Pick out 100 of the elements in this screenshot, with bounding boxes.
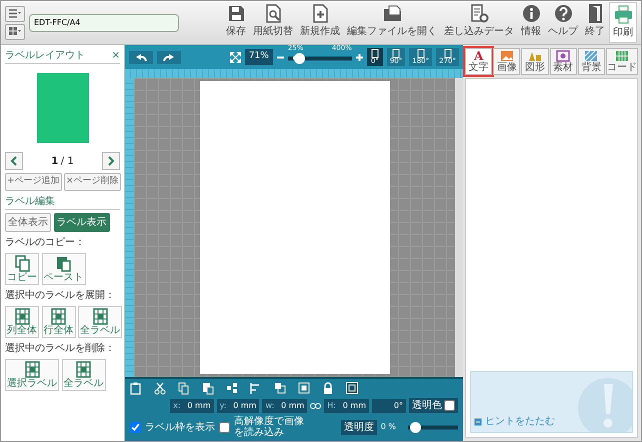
view-toggle-button[interactable]: ラベル表示 — [54, 212, 110, 232]
toolbar-button[interactable]: 印刷 — [609, 2, 637, 43]
toolbar-button[interactable]: 終了 — [582, 2, 608, 43]
info-icon — [522, 4, 540, 23]
size-field[interactable]: H: 0 mm — [324, 398, 369, 412]
section-heading: ラベルのコピー： — [5, 236, 86, 250]
toolbar-button[interactable]: 新規作成 — [297, 2, 343, 43]
label-action-button[interactable]: ペースト — [42, 252, 86, 284]
copy-icon — [14, 254, 30, 272]
previous-button[interactable] — [5, 152, 23, 170]
copy-icon[interactable] — [178, 382, 190, 395]
barcode-grid-icon — [615, 50, 630, 62]
collapse-icon — [474, 418, 482, 426]
stamp-icon — [556, 50, 570, 62]
view-toggle-button[interactable]: 全体表示 — [5, 212, 51, 232]
checkbox-label: ラベル枠を表示 — [145, 420, 215, 434]
label-grid-icon — [14, 308, 30, 324]
tab[interactable]: A 文字 — [465, 48, 492, 75]
page-button[interactable]: +ページ追加 — [5, 173, 62, 190]
toolbar-button[interactable]: 編集ファイルを開く — [344, 2, 440, 43]
toolbar-button[interactable]: 用紙切替 — [250, 2, 296, 43]
label-grid-icon — [24, 360, 40, 378]
label-action-button[interactable]: 選択ラベル — [5, 358, 59, 390]
menu-button[interactable] — [5, 6, 25, 22]
checkbox[interactable] — [130, 422, 141, 432]
redo-icon — [163, 52, 175, 62]
label-action-button[interactable]: コピー — [5, 252, 39, 284]
paste-icon[interactable] — [202, 382, 214, 395]
page-rotate-icon — [391, 49, 402, 58]
tab[interactable]: 素材 — [550, 48, 577, 75]
checkbox[interactable] — [444, 400, 455, 411]
label-action-button[interactable]: 列全体 — [5, 306, 39, 338]
checkbox[interactable] — [219, 422, 230, 432]
link-icon — [310, 402, 322, 408]
tab[interactable]: コード — [606, 48, 638, 75]
folder-icon — [382, 4, 402, 23]
label-grid-icon — [92, 308, 108, 324]
view-button[interactable] — [5, 24, 25, 40]
clipboard-icon[interactable] — [130, 382, 142, 395]
redo-button[interactable] — [157, 50, 181, 64]
page-number: 1 — [51, 154, 58, 168]
new-document-icon — [310, 4, 330, 23]
pattern-icon — [584, 50, 598, 62]
label-preview — [36, 73, 88, 143]
slider-thumb[interactable] — [410, 422, 421, 432]
size-field[interactable]: w: 0 mm — [262, 398, 308, 412]
fit-screen-icon — [230, 52, 241, 62]
menu-icon — [9, 9, 21, 18]
label-action-button[interactable]: 全ラベル — [78, 306, 122, 338]
group-icon[interactable] — [226, 382, 238, 395]
next-button[interactable] — [102, 152, 120, 170]
paste-icon — [55, 254, 72, 272]
page-button[interactable]: ×ページ削除 — [64, 173, 121, 190]
zoom-dropdown[interactable]: 71% — [244, 49, 273, 65]
panel-title: ラベルレイアウト — [5, 49, 85, 63]
undo-icon — [135, 52, 147, 62]
close-button[interactable]: × — [112, 48, 120, 63]
align-icon[interactable] — [250, 382, 262, 395]
tab[interactable]: 画像 — [493, 48, 520, 75]
rotation-field[interactable]: 0° — [372, 398, 406, 412]
section-title: ラベル編集 — [5, 194, 55, 208]
tab[interactable]: 背景 — [578, 48, 606, 75]
frame-icon[interactable] — [346, 382, 358, 395]
chevron-right-icon — [106, 156, 115, 166]
arrange-icon[interactable] — [274, 382, 286, 395]
transparent-color-label: 透明色 — [412, 398, 442, 413]
section-heading: 選択中のラベルを展開： — [5, 288, 116, 302]
label-grid-icon — [50, 308, 67, 324]
opacity-label: 透明度 — [340, 420, 377, 434]
toolbar-button[interactable]: 保存 — [223, 2, 249, 43]
chevron-left-icon — [10, 156, 18, 166]
minus-icon — [276, 54, 284, 60]
cut-icon[interactable] — [154, 382, 166, 395]
image-icon — [500, 50, 514, 62]
printer-icon — [614, 5, 632, 24]
help-icon — [554, 4, 572, 23]
page-rotate-icon — [416, 49, 426, 58]
file-name-field[interactable]: EDT-FFC/A4 — [29, 14, 179, 32]
fit-icon[interactable] — [298, 382, 310, 395]
lock-icon[interactable] — [322, 382, 334, 395]
page-total: / 1 — [60, 154, 74, 168]
toolbar-button[interactable]: ヘルプ — [545, 2, 581, 43]
toolbar-button[interactable]: 差し込みデータ — [441, 2, 517, 43]
opacity-value: 0 % — [380, 421, 396, 433]
page-rotate-icon — [370, 49, 380, 58]
slider-thumb[interactable] — [294, 52, 306, 64]
label-action-button[interactable]: 行全体 — [42, 306, 76, 338]
text-tool-icon: A — [474, 50, 484, 62]
toolbar-button[interactable]: 情報 — [518, 2, 544, 43]
scrollbar[interactable] — [455, 78, 463, 377]
grid-icon — [9, 27, 21, 36]
size-field[interactable]: y: 0 mm — [216, 398, 260, 412]
size-field[interactable]: x: 0 mm — [170, 398, 214, 412]
page-rotate-icon — [442, 49, 453, 58]
label-action-button[interactable]: 全ラベル — [62, 358, 106, 390]
undo-button[interactable] — [129, 50, 153, 64]
checkbox-label: 高解像度で画像を読み込み — [234, 416, 305, 438]
tab[interactable]: 図形 — [521, 48, 549, 75]
label-grid-icon — [75, 360, 92, 378]
document-search-icon — [264, 4, 282, 23]
